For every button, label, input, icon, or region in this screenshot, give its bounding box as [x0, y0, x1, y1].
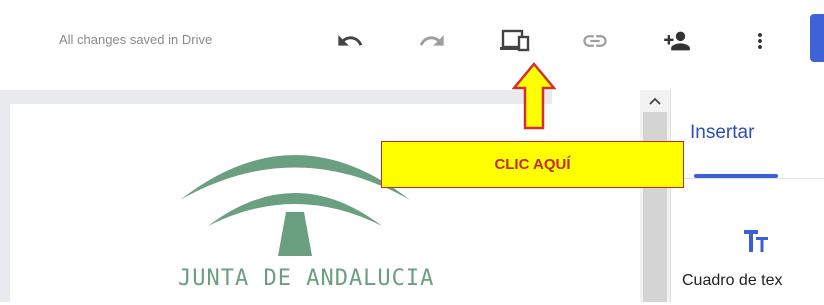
link-icon[interactable]: [580, 26, 610, 56]
scroll-up-icon[interactable]: [646, 94, 664, 108]
redo-icon[interactable]: [417, 26, 447, 56]
panel-divider: [670, 178, 824, 179]
save-status-text: All changes saved in Drive: [59, 32, 213, 47]
annotation-callout: CLIC AQUÍ: [381, 141, 684, 188]
preview-device-icon[interactable]: [500, 26, 530, 56]
undo-icon[interactable]: [335, 26, 365, 56]
annotation-label: CLIC AQUÍ: [494, 156, 571, 173]
share-icon[interactable]: [662, 26, 692, 56]
text-box-label[interactable]: Cuadro de tex: [682, 272, 783, 290]
annotation-arrow-icon: [511, 62, 557, 130]
tab-insert[interactable]: Insertar: [690, 122, 754, 144]
publish-button[interactable]: [810, 14, 824, 62]
text-box-icon[interactable]: [742, 228, 772, 254]
more-vert-icon[interactable]: [745, 26, 775, 56]
logo-text: JUNTA DE ANDALUCIA: [178, 266, 435, 291]
insert-side-panel: [670, 88, 824, 302]
